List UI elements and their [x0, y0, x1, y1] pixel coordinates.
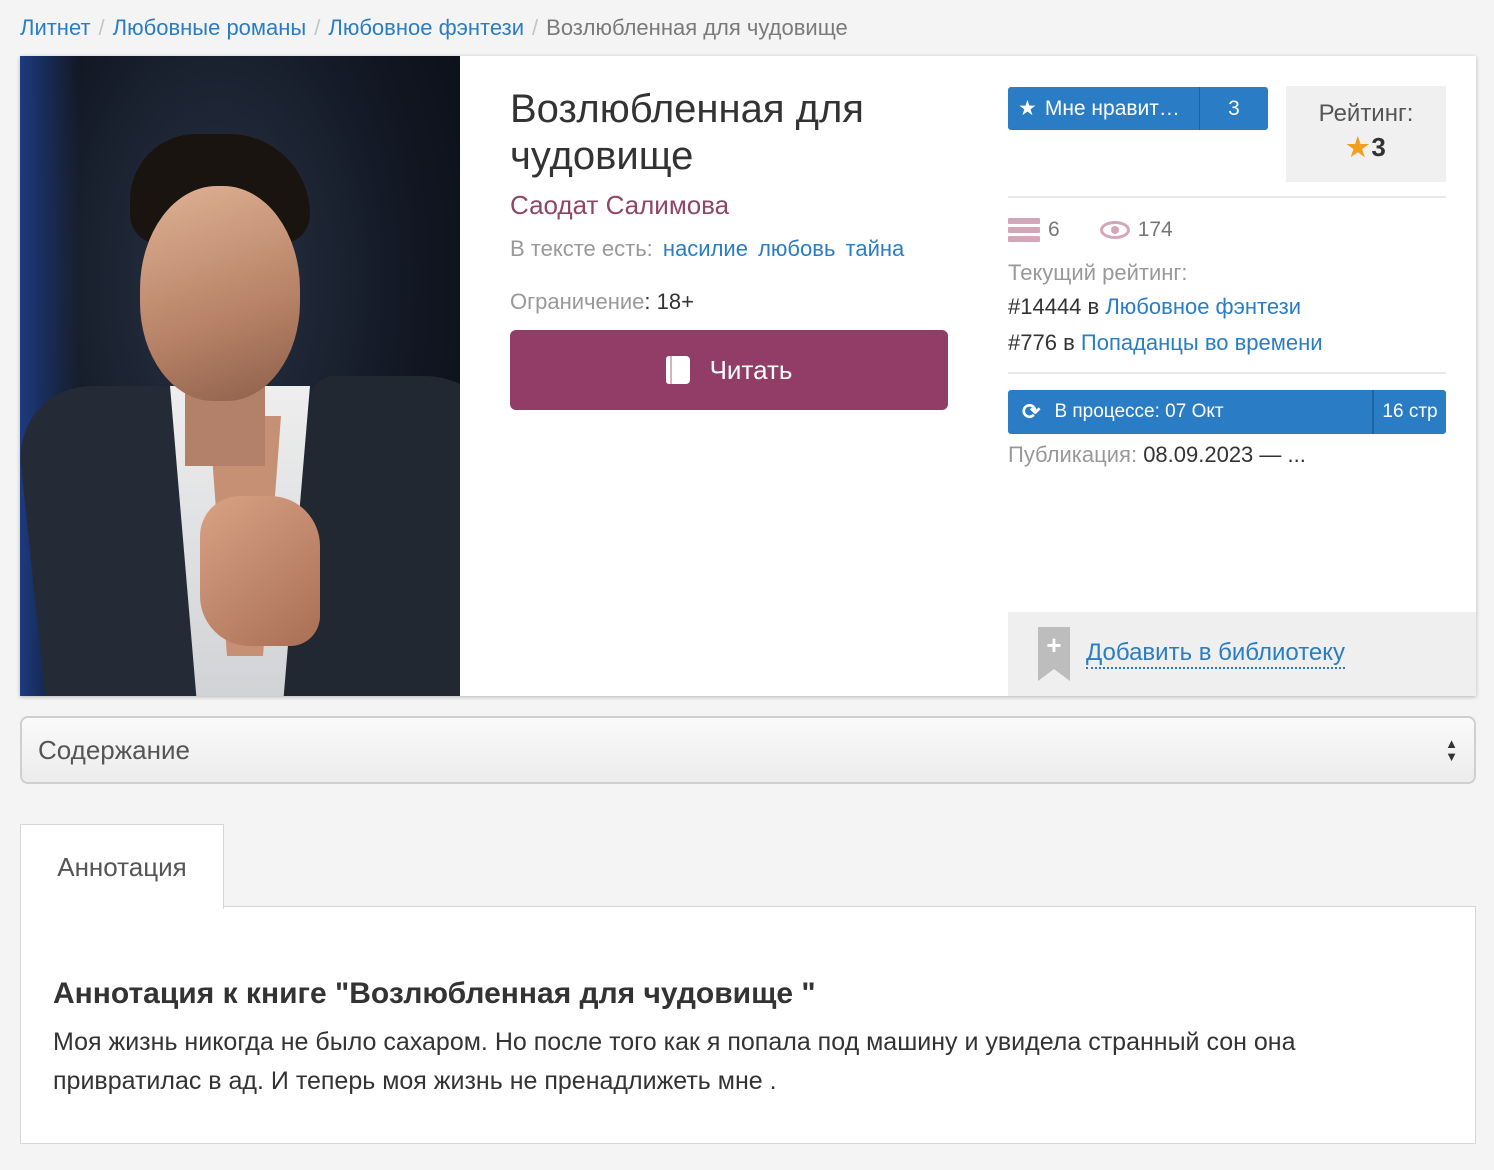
publication-line: Публикация: 08.09.2023 — ... — [1008, 442, 1306, 468]
rank-preposition: в — [1063, 330, 1075, 355]
breadcrumb-separator: / — [98, 15, 105, 40]
contents-select-label: Содержание — [38, 734, 190, 765]
library-count: 6 — [1048, 218, 1060, 241]
library-panel: + Добавить в библиотеку — [1008, 612, 1476, 696]
book-stats: 6 174 — [1008, 216, 1173, 244]
rank-number: #14444 — [1008, 294, 1082, 319]
book-icon — [665, 356, 690, 384]
breadcrumb-separator: / — [532, 15, 539, 40]
divider — [1008, 196, 1446, 198]
book-card: Возлюбленная для чудовище Саодат Салимов… — [20, 56, 1476, 696]
book-title: Возлюбленная для чудовище — [510, 87, 864, 178]
age-limit: Ограничение: 18+ — [510, 289, 694, 315]
cover-face — [140, 186, 300, 401]
status-label: В процессе: 07 Окт — [1054, 401, 1224, 422]
read-button[interactable]: Читать — [510, 330, 948, 410]
rank-line: #776 в Попаданцы во времени — [1008, 330, 1323, 356]
rating-score: ★3 — [1286, 132, 1446, 163]
rank-line: #14444 в Любовное фэнтези — [1008, 294, 1301, 320]
divider — [1008, 372, 1446, 374]
eye-icon — [1099, 221, 1130, 239]
rank-category-link[interactable]: Попаданцы во времени — [1081, 330, 1323, 355]
rating-star-icon: ★ — [1346, 132, 1370, 162]
breadcrumb-link-love-novels[interactable]: Любовные романы — [113, 15, 307, 40]
breadcrumb-link-love-fantasy[interactable]: Любовное фэнтези — [328, 15, 524, 40]
breadcrumb-separator: / — [314, 15, 321, 40]
current-rating-label: Текущий рейтинг: — [1008, 260, 1188, 285]
bookmark-plus-icon[interactable]: + — [1038, 627, 1070, 681]
like-button[interactable]: ★ Мне нравит… 3 — [1008, 87, 1268, 130]
tab-annotation-label: Аннотация — [57, 851, 187, 882]
library-count-icon — [1008, 218, 1040, 242]
refresh-icon: ⟳ — [1022, 399, 1041, 424]
select-arrows-icon: ▲ ▼ — [1445, 736, 1458, 764]
rank-preposition: в — [1087, 294, 1100, 319]
add-to-library-link[interactable]: Добавить в библиотеку — [1086, 639, 1346, 669]
age-limit-value: 18+ — [656, 289, 694, 314]
tag-link-violence[interactable]: насилие — [663, 236, 748, 261]
tag-link-love[interactable]: любовь — [758, 236, 835, 261]
publication-value: 08.09.2023 — ... — [1143, 442, 1306, 467]
tab-annotation[interactable]: Аннотация — [20, 824, 224, 909]
rating-label: Рейтинг: — [1318, 100, 1414, 127]
status-bar[interactable]: ⟳ В процессе: 07 Окт 16 стр — [1008, 390, 1446, 434]
cover-hand — [200, 496, 320, 646]
age-limit-colon: : — [644, 289, 657, 314]
age-limit-label: Ограничение — [510, 289, 645, 314]
page-count: 16 стр — [1372, 390, 1446, 434]
like-label: Мне нравит… — [1044, 96, 1180, 120]
rating-value: 3 — [1371, 132, 1386, 162]
annotation-text: Моя жизнь никогда не было сахаром. Но по… — [53, 1028, 1296, 1095]
tags-label: В тексте есть: — [510, 236, 653, 261]
rank-number: #776 — [1008, 330, 1057, 355]
annotation-panel: Аннотация к книге "Возлюбленная для чудо… — [20, 906, 1476, 1144]
rating-box: Рейтинг: ★3 — [1286, 86, 1446, 182]
status-main: ⟳ В процессе: 07 Окт — [1008, 390, 1372, 434]
author-link[interactable]: Саодат Салимова — [510, 190, 729, 221]
breadcrumb-link-litnet[interactable]: Литнет — [20, 15, 91, 40]
read-button-label: Читать — [709, 354, 793, 385]
star-icon: ★ — [1018, 97, 1037, 120]
annotation-heading: Аннотация к книге "Возлюбленная для чудо… — [53, 977, 816, 1010]
views-count: 174 — [1137, 218, 1173, 241]
publication-label: Публикация: — [1008, 442, 1138, 467]
contents-select[interactable]: Содержание ▲ ▼ — [20, 716, 1476, 784]
tag-link-mystery[interactable]: тайна — [846, 236, 905, 261]
book-cover-image[interactable] — [20, 56, 460, 696]
like-button-main: ★ Мне нравит… — [1008, 87, 1199, 130]
like-count: 3 — [1199, 87, 1268, 130]
breadcrumb: Литнет / Любовные романы / Любовное фэнтези /… — [20, 14, 848, 42]
breadcrumb-current: Возлюбленная для чудовище — [546, 15, 848, 40]
tags-line: В тексте есть: насилие любовь тайна — [510, 236, 904, 262]
rank-category-link[interactable]: Любовное фэнтези — [1105, 294, 1301, 319]
